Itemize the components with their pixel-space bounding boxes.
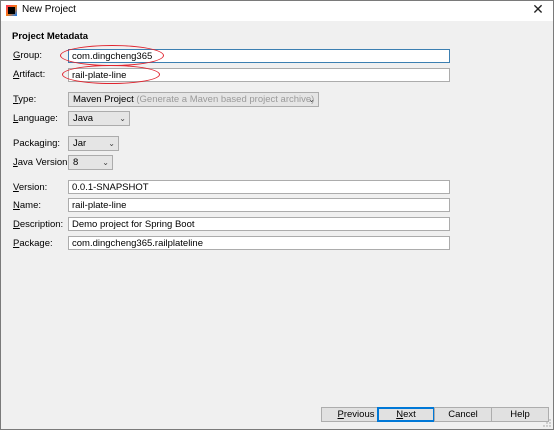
- name-label: Name:: [13, 200, 41, 211]
- window-title: New Project: [22, 4, 76, 15]
- java-version-select[interactable]: 8 ⌄: [68, 155, 113, 170]
- description-field[interactable]: Demo project for Spring Boot: [68, 217, 450, 231]
- type-select-hint: (Generate a Maven based project archive): [136, 94, 315, 105]
- packaging-select-value: Jar: [73, 138, 87, 149]
- section-title: Project Metadata: [12, 31, 89, 42]
- name-field[interactable]: rail-plate-line: [68, 198, 450, 212]
- group-label: Group:: [13, 50, 43, 61]
- chevron-down-icon: ⌄: [308, 95, 315, 104]
- artifact-field[interactable]: rail-plate-line: [68, 68, 450, 82]
- chevron-down-icon: ⌄: [108, 139, 115, 148]
- type-select[interactable]: Maven Project (Generate a Maven based pr…: [68, 92, 319, 107]
- close-icon[interactable]: ✕: [529, 2, 547, 19]
- new-project-dialog: New Project ✕ Project Metadata Group: co…: [0, 0, 554, 430]
- chevron-down-icon: ⌄: [119, 114, 126, 123]
- cancel-button[interactable]: Cancel: [434, 407, 492, 422]
- type-label: Type:: [13, 94, 37, 105]
- language-select[interactable]: Java ⌄: [68, 111, 130, 126]
- version-field[interactable]: 0.0.1-SNAPSHOT: [68, 180, 450, 194]
- java-version-label: Java Version:: [13, 157, 71, 168]
- next-button[interactable]: Next: [377, 407, 435, 422]
- packaging-label: Packaging:: [13, 138, 61, 149]
- title-bar[interactable]: New Project ✕: [1, 1, 553, 21]
- type-select-value: Maven Project: [73, 94, 134, 105]
- packaging-select[interactable]: Jar ⌄: [68, 136, 119, 151]
- intellij-app-icon: [6, 5, 17, 16]
- resize-grip-icon[interactable]: [543, 419, 551, 427]
- java-version-select-value: 8: [73, 157, 79, 168]
- package-field[interactable]: com.dingcheng365.railplateline: [68, 236, 450, 250]
- language-select-value: Java: [73, 113, 94, 124]
- language-label: Language:: [13, 113, 58, 124]
- version-label: Version:: [13, 182, 48, 193]
- description-label: Description:: [13, 219, 64, 230]
- package-label: Package:: [13, 238, 53, 249]
- chevron-down-icon: ⌄: [102, 158, 109, 167]
- help-button[interactable]: Help: [491, 407, 549, 422]
- group-field[interactable]: com.dingcheng365: [68, 49, 450, 63]
- artifact-label: Artifact:: [13, 69, 46, 80]
